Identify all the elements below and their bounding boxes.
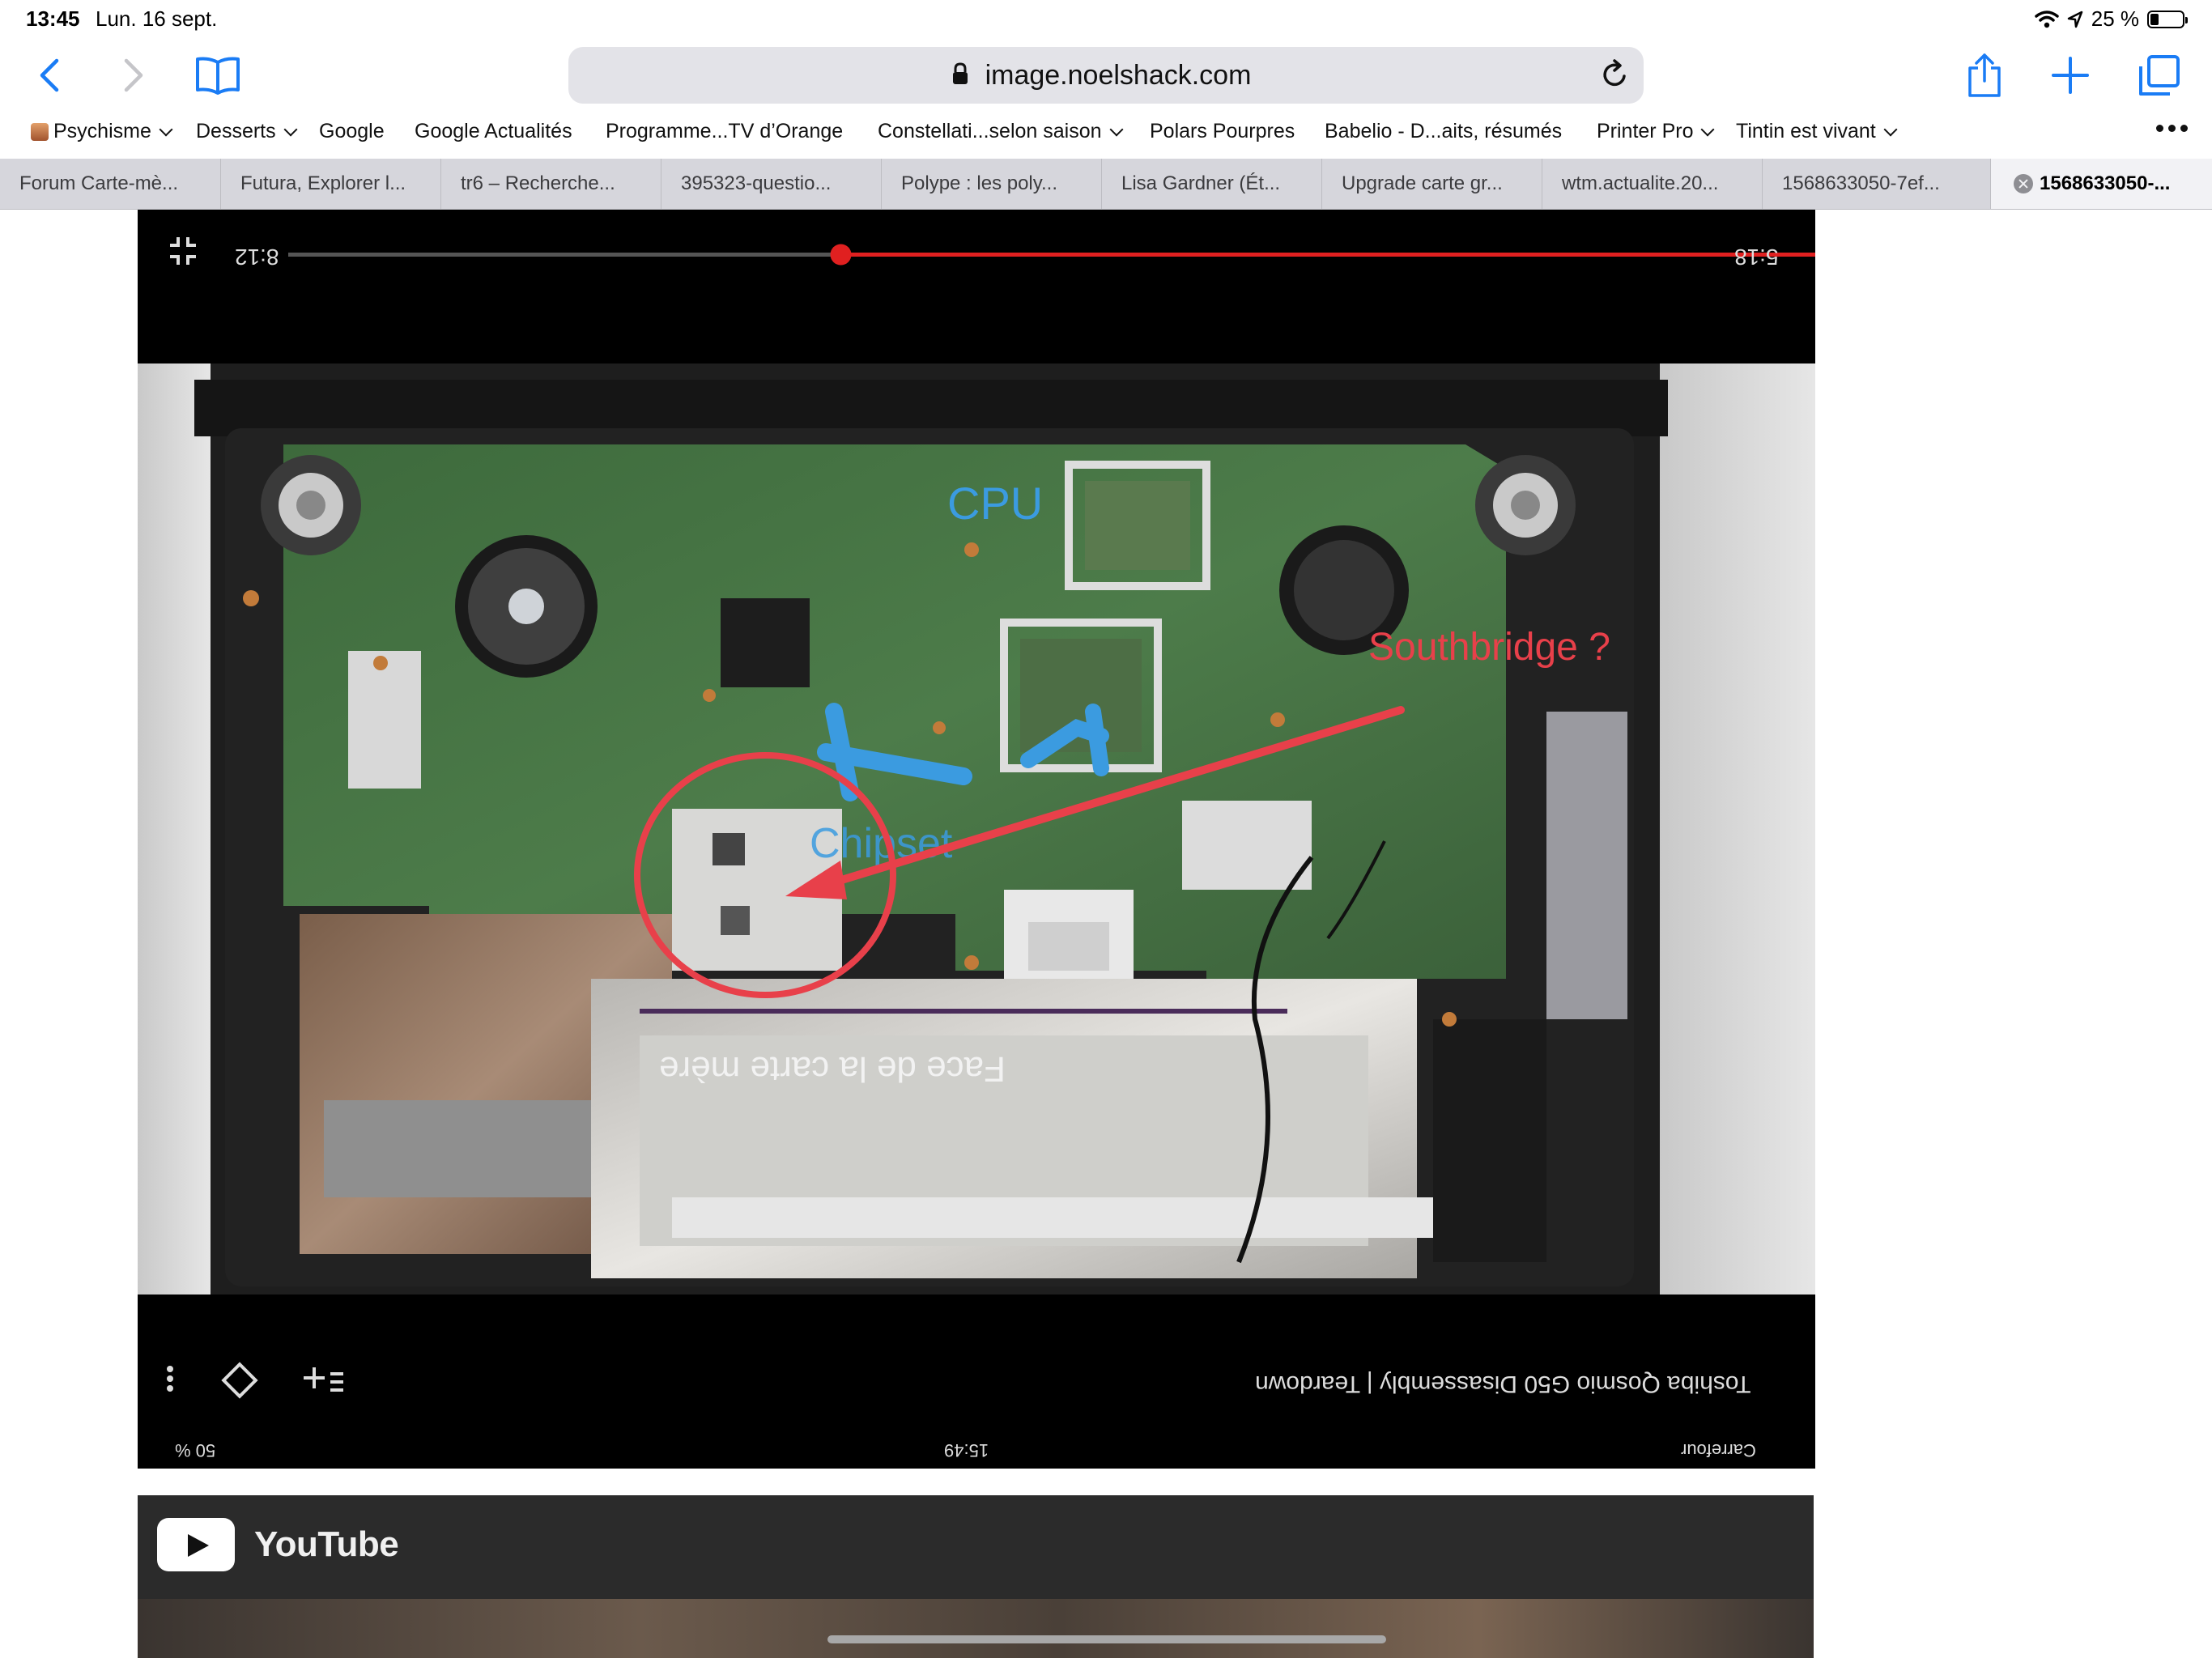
bookmarks-bar: Psychisme Desserts Google Google Actuali… <box>0 113 2212 159</box>
forward-button[interactable] <box>107 49 160 102</box>
bookmark-folder-desserts[interactable]: Desserts <box>196 120 298 143</box>
tab-9[interactable]: 1568633050-7ef... <box>1762 159 1990 209</box>
tab-title: 395323-questio... <box>681 172 832 194</box>
bookmark-folder-psychisme[interactable]: Psychisme <box>31 120 173 143</box>
chevron-down-icon <box>283 122 298 136</box>
player-duration: 5:18 <box>1734 244 1779 270</box>
bookmark-babelio[interactable]: Babelio - D...aits, résumés <box>1325 120 1562 143</box>
youtube-thumbnail <box>138 1599 1814 1658</box>
bookmark-folder-constellations[interactable]: Constellati...selon saison <box>878 120 1124 143</box>
bookmark-label: Desserts <box>196 120 276 142</box>
youtube-logo-icon <box>157 1518 235 1571</box>
url-text: image.noelshack.com <box>985 60 1252 91</box>
bookmark-label: Polars Pourpres <box>1150 120 1295 142</box>
share-icon <box>1968 53 2001 97</box>
video-frame: 8:12 5:18 Toshiba Qosmio G50 Disassembly… <box>138 210 1815 1469</box>
bookmark-polars-pourpres[interactable]: Polars Pourpres <box>1150 120 1295 143</box>
new-tab-button[interactable] <box>2044 49 2097 102</box>
bookmark-label: Printer Pro <box>1597 120 1694 142</box>
video-title: Toshiba Qosmio G50 Disassembly | Teardow… <box>1255 1371 1751 1397</box>
bookmark-google-actualites[interactable]: Google Actualités <box>415 120 572 143</box>
tab-3[interactable]: tr6 – Recherche... <box>440 159 661 209</box>
wifi-icon <box>2034 10 2059 28</box>
tab-title: tr6 – Recherche... <box>461 172 615 194</box>
status-indicators: 25 % <box>2034 6 2188 32</box>
tab-title: Forum Carte-mè... <box>19 172 179 194</box>
reload-icon[interactable] <box>1598 58 1631 91</box>
more-bookmarks-icon[interactable] <box>2156 125 2188 132</box>
battery-fill <box>2150 13 2159 25</box>
bookmark-google[interactable]: Google <box>319 120 385 143</box>
tab-title: Futura, Explorer l... <box>240 172 406 194</box>
bookmark-label: Programme...TV d’Orange <box>606 120 844 142</box>
bookmark-folder-printer-pro[interactable]: Printer Pro <box>1597 120 1715 143</box>
tab-bar: Forum Carte-mè... Futura, Explorer l... … <box>0 159 2212 210</box>
bookmark-label: Constellati...selon saison <box>878 120 1102 142</box>
tab-1[interactable]: Forum Carte-mè... <box>0 159 220 209</box>
player-progress <box>840 253 1815 257</box>
drum-icon <box>31 122 49 141</box>
page-content: 8:12 5:18 Toshiba Qosmio G50 Disassembly… <box>0 210 2212 1658</box>
tabs-overview-button[interactable] <box>2133 49 2186 102</box>
more-vertical-icon <box>167 1366 173 1392</box>
player-scrubber <box>830 244 852 266</box>
tabs-icon <box>2139 55 2180 96</box>
back-button[interactable] <box>23 49 76 102</box>
tab-title: Polype : les poly... <box>901 172 1057 194</box>
chevron-down-icon <box>1883 122 1898 136</box>
tab-4[interactable]: 395323-questio... <box>661 159 881 209</box>
status-bar: 13:45 Lun. 16 sept. 25 % <box>0 0 2212 39</box>
mirrored-time: 15:49 <box>944 1440 989 1460</box>
tab-title: Upgrade carte gr... <box>1342 172 1503 194</box>
bookmark-programme-tv[interactable]: Programme...TV d’Orange <box>606 120 843 143</box>
tab-title: wtm.actualite.20... <box>1562 172 1719 194</box>
chevron-left-icon <box>40 58 59 92</box>
chevron-down-icon <box>1109 122 1124 136</box>
tab-7[interactable]: Upgrade carte gr... <box>1321 159 1542 209</box>
bookmark-folder-tintin[interactable]: Tintin est vivant <box>1736 120 1898 143</box>
chevron-down-icon <box>159 122 173 136</box>
label-cpu: CPU <box>947 478 1043 529</box>
mirrored-carrier: Carrefour <box>1681 1440 1756 1460</box>
screenshot-image: 8:12 5:18 Toshiba Qosmio G50 Disassembly… <box>138 210 1815 1469</box>
tab-title: 1568633050-... <box>2040 172 2171 194</box>
tab-10-active[interactable]: 1568633050-... <box>1990 159 2212 209</box>
bookmark-label: Psychisme <box>53 120 151 142</box>
book-icon <box>196 57 240 95</box>
tab-8[interactable]: wtm.actualite.20... <box>1542 159 1762 209</box>
bookmark-label: Tintin est vivant <box>1736 120 1876 142</box>
tab-5[interactable]: Polype : les poly... <box>881 159 1101 209</box>
chevron-down-icon <box>1700 122 1715 136</box>
location-arrow-icon <box>2067 11 2082 28</box>
tab-2[interactable]: Futura, Explorer l... <box>220 159 440 209</box>
close-tab-icon[interactable] <box>2014 174 2033 193</box>
mirrored-battery: 50 % <box>175 1440 215 1460</box>
share-button[interactable] <box>1958 49 2011 102</box>
youtube-card[interactable]: YouTube <box>138 1495 1814 1658</box>
youtube-label: YouTube <box>254 1524 399 1564</box>
bookmarks-button[interactable] <box>191 49 245 102</box>
plus-icon <box>2052 57 2089 94</box>
label-southbridge: Southbridge ? <box>1368 626 1610 669</box>
tab-title: Lisa Gardner (Ét... <box>1121 172 1281 194</box>
chevron-right-icon <box>124 58 143 92</box>
status-date: Lun. 16 sept. <box>96 6 218 31</box>
bookmark-label: Google Actualités <box>415 120 572 142</box>
address-bar[interactable]: image.noelshack.com <box>568 47 1644 104</box>
player-elapsed: 8:12 <box>235 244 279 270</box>
battery-icon <box>2147 10 2188 28</box>
battery-percent: 25 % <box>2091 6 2139 31</box>
label-face: Face de la carte mère <box>659 1049 1006 1089</box>
home-indicator[interactable] <box>827 1635 1386 1643</box>
tab-6[interactable]: Lisa Gardner (Ét... <box>1101 159 1321 209</box>
status-time: 13:45 <box>26 6 80 31</box>
tab-title: 1568633050-7ef... <box>1782 172 1940 194</box>
bookmark-label: Google <box>319 120 385 142</box>
bookmark-label: Babelio - D...aits, résumés <box>1325 120 1563 142</box>
